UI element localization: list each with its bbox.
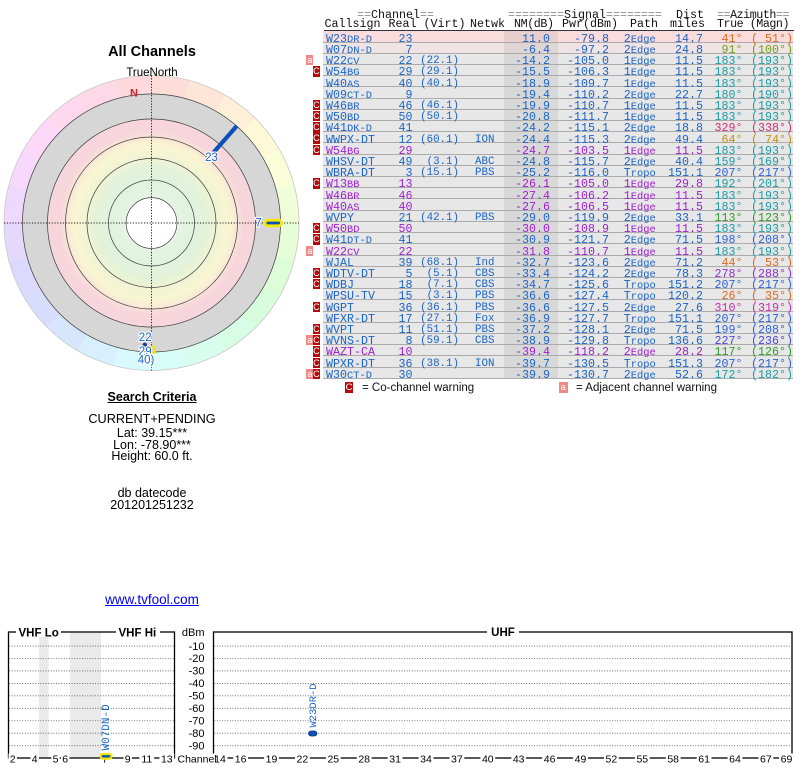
- svg-text:22: 22: [139, 332, 152, 344]
- svg-text:22: 22: [297, 754, 309, 766]
- svg-text:W23DR-D: W23DR-D: [308, 683, 320, 727]
- svg-text:-60: -60: [189, 703, 205, 715]
- svg-text:-90: -90: [189, 740, 205, 752]
- svg-text:2: 2: [10, 754, 16, 766]
- svg-text:N: N: [130, 88, 138, 100]
- svg-text:19: 19: [266, 754, 278, 766]
- svg-text:67: 67: [760, 754, 772, 766]
- svg-text:7: 7: [255, 218, 261, 230]
- svg-text:VHF Hi: VHF Hi: [119, 628, 157, 640]
- svg-text:61: 61: [698, 754, 710, 766]
- svg-text:VHF Lo: VHF Lo: [19, 628, 59, 640]
- svg-text:-20: -20: [189, 653, 205, 665]
- svg-text:49: 49: [575, 754, 587, 766]
- svg-text:43: 43: [513, 754, 525, 766]
- svg-text:23: 23: [205, 152, 218, 164]
- svg-text:64: 64: [729, 754, 741, 766]
- svg-text:55: 55: [636, 754, 648, 766]
- svg-text:46: 46: [544, 754, 556, 766]
- svg-text:52: 52: [606, 754, 618, 766]
- svg-text:-50: -50: [189, 691, 205, 703]
- svg-text:-10: -10: [189, 641, 205, 653]
- svg-text:-40: -40: [189, 678, 205, 690]
- svg-text:25: 25: [327, 754, 339, 766]
- svg-text:40): 40): [138, 354, 155, 366]
- svg-text:W07DN-D: W07DN-D: [101, 704, 113, 751]
- svg-text:4: 4: [32, 754, 38, 766]
- svg-text:Channel: Channel: [178, 754, 217, 766]
- svg-text:dBm: dBm: [182, 627, 205, 639]
- svg-text:-70: -70: [189, 716, 205, 728]
- svg-text:-30: -30: [189, 666, 205, 678]
- svg-text:13: 13: [161, 754, 173, 766]
- svg-text:31: 31: [389, 754, 401, 766]
- svg-text:37: 37: [451, 754, 463, 766]
- svg-text:5: 5: [53, 754, 59, 766]
- svg-text:69: 69: [781, 754, 793, 766]
- svg-text:40: 40: [482, 754, 494, 766]
- svg-text:6: 6: [62, 754, 68, 766]
- svg-text:58: 58: [667, 754, 679, 766]
- svg-text:34: 34: [420, 754, 432, 766]
- svg-text:-80: -80: [189, 728, 205, 740]
- svg-text:9: 9: [125, 754, 131, 766]
- svg-text:28: 28: [358, 754, 370, 766]
- svg-text:16: 16: [235, 754, 247, 766]
- svg-text:UHF: UHF: [491, 627, 515, 639]
- svg-text:11: 11: [141, 754, 152, 766]
